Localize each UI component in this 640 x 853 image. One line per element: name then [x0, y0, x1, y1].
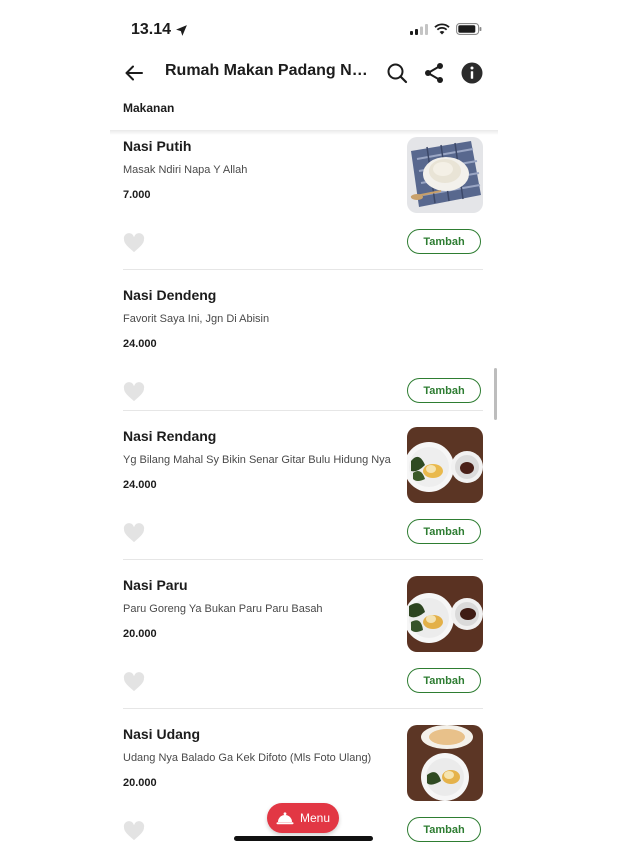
favorite-heart-icon[interactable] — [123, 672, 145, 692]
share-icon[interactable] — [422, 61, 446, 85]
menu-button[interactable]: Menu — [267, 803, 339, 833]
item-divider — [123, 559, 483, 560]
favorite-heart-icon[interactable] — [123, 233, 145, 253]
header-shadow — [110, 130, 498, 135]
item-price: 7.000 — [123, 189, 151, 201]
item-name: Nasi Paru — [123, 577, 188, 593]
home-indicator[interactable] — [234, 836, 373, 841]
signal-icon — [410, 23, 428, 35]
favorite-heart-icon[interactable] — [123, 523, 145, 543]
item-divider — [123, 708, 483, 709]
category-label: Makanan — [123, 101, 175, 115]
rendang-plates-photo — [407, 427, 483, 503]
add-button[interactable]: Tambah — [407, 229, 481, 254]
status-time-text: 13.14 — [131, 21, 172, 38]
info-icon[interactable] — [460, 61, 484, 85]
udang-plates-photo — [407, 725, 483, 801]
item-price: 20.000 — [123, 628, 157, 640]
add-button[interactable]: Tambah — [407, 668, 481, 693]
wifi-icon — [434, 23, 450, 35]
rice-plate-photo — [407, 137, 483, 213]
favorite-heart-icon[interactable] — [123, 382, 145, 402]
item-photo[interactable] — [407, 576, 483, 652]
status-icons — [410, 23, 482, 35]
scrollbar[interactable] — [494, 368, 497, 420]
page-title: Rumah Makan Padang Nasi... — [165, 62, 370, 79]
item-photo[interactable] — [407, 725, 483, 801]
battery-icon — [456, 23, 482, 35]
item-price: 24.000 — [123, 479, 157, 491]
item-divider — [123, 269, 483, 270]
food-cloche-icon — [276, 812, 294, 825]
menu-button-label: Menu — [299, 811, 331, 825]
add-button[interactable]: Tambah — [407, 378, 481, 403]
item-description: Udang Nya Balado Ga Kek Difoto (Mls Foto… — [123, 752, 372, 764]
item-description: Yg Bilang Mahal Sy Bikin Senar Gitar Bul… — [123, 454, 391, 466]
item-name: Nasi Rendang — [123, 428, 217, 444]
item-price: 24.000 — [123, 338, 157, 350]
add-button[interactable]: Tambah — [407, 519, 481, 544]
item-description: Favorit Saya Ini, Jgn Di Abisin — [123, 313, 270, 325]
back-arrow-icon[interactable] — [122, 61, 146, 85]
item-photo[interactable] — [407, 137, 483, 213]
status-time: 13.14 — [131, 21, 188, 39]
item-name: Nasi Putih — [123, 138, 192, 154]
item-name: Nasi Dendeng — [123, 287, 217, 303]
app-screen: 13.14 Rumah Makan Padang Nasi... Makanan… — [110, 0, 498, 853]
add-button[interactable]: Tambah — [407, 817, 481, 842]
search-icon[interactable] — [385, 61, 409, 85]
item-photo[interactable] — [407, 427, 483, 503]
item-name: Nasi Udang — [123, 726, 201, 742]
item-description: Masak Ndiri Napa Y Allah — [123, 164, 248, 176]
paru-plates-photo — [407, 576, 483, 652]
location-arrow-icon — [176, 24, 187, 36]
item-price: 20.000 — [123, 777, 157, 789]
item-description: Paru Goreng Ya Bukan Paru Paru Basah — [123, 603, 323, 615]
item-divider — [123, 410, 483, 411]
favorite-heart-icon[interactable] — [123, 821, 145, 841]
